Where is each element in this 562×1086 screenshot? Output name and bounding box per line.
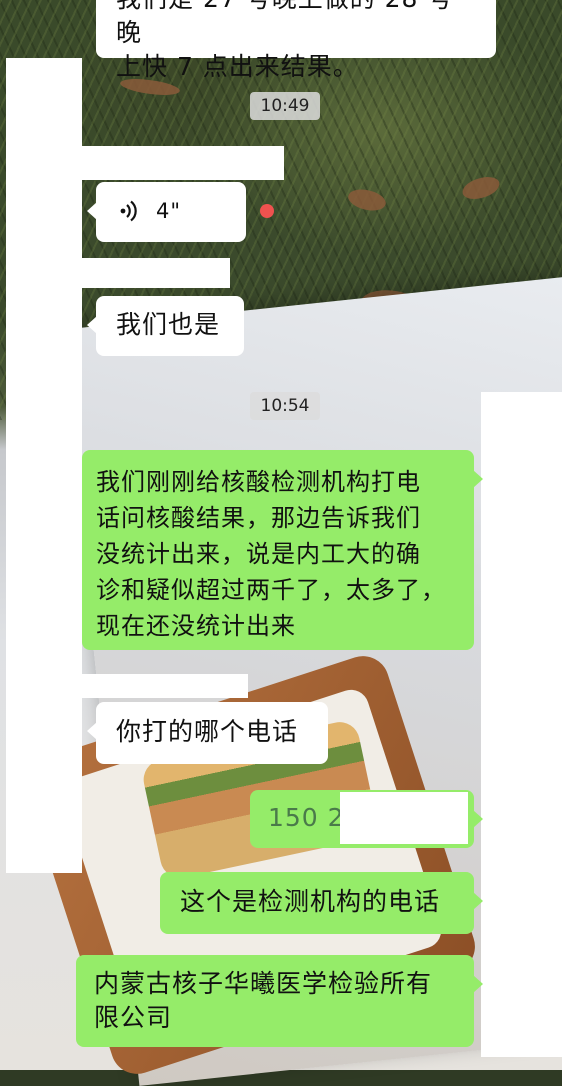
message-text: 没统计出来，说是内工大的确: [96, 540, 421, 568]
bubble-tail: [473, 810, 483, 828]
message-text: 内蒙古核子华曦医学检验所有: [94, 969, 433, 998]
message-sent[interactable]: 我们刚刚给核酸检测机构打电 话问核酸结果，那边告诉我们 没统计出来，说是内工大的…: [82, 450, 483, 650]
bubble-tail: [473, 975, 483, 993]
redaction-right-column: [481, 392, 562, 1057]
message-text: 现在还没统计出来: [96, 612, 296, 640]
bubble-tail: [473, 892, 483, 910]
message-text: 这个是检测机构的电话: [180, 887, 441, 916]
message-received[interactable]: 我们也是: [87, 296, 244, 356]
bubble-tail: [87, 202, 97, 220]
message-received[interactable]: 你打的哪个电话: [87, 702, 328, 764]
message-sent[interactable]: 这个是检测机构的电话: [160, 872, 483, 934]
timestamp: 10:54: [250, 392, 320, 420]
message-text: 上快 7 点出来结果。: [116, 52, 359, 81]
message-text: 话问核酸结果，那边告诉我们: [96, 504, 421, 532]
message-text: 你打的哪个电话: [116, 717, 299, 746]
message-text: 限公司: [94, 1003, 173, 1032]
voice-duration: 4": [156, 199, 182, 223]
unread-dot: [260, 204, 274, 218]
redaction-name-bar: [82, 674, 248, 698]
redaction-phone-number: [340, 792, 468, 844]
message-received[interactable]: 我们是 27 号晚上做的 28 号晚 上快 7 点出来结果。: [96, 0, 496, 81]
redaction-name-bar: [82, 258, 230, 288]
bubble-tail: [87, 722, 97, 740]
voice-message[interactable]: 4": [87, 182, 246, 242]
voice-wave-icon: [120, 200, 137, 222]
message-text: 我们也是: [116, 310, 221, 339]
message-text: 我们刚刚给核酸检测机构打电: [96, 468, 421, 496]
redaction-left-column: [6, 58, 82, 873]
timestamp: 10:49: [250, 92, 320, 120]
message-sent[interactable]: 内蒙古核子华曦医学检验所有 限公司: [76, 955, 483, 1047]
phone-number-text[interactable]: 150 2: [268, 803, 345, 832]
bubble-tail: [473, 470, 483, 488]
message-text: 我们是 27 号晚上做的 28 号晚: [116, 0, 452, 47]
message-text: 诊和疑似超过两千了，太多了，: [96, 576, 446, 604]
bubble-tail: [87, 316, 97, 334]
redaction-name-bar: [82, 146, 284, 180]
